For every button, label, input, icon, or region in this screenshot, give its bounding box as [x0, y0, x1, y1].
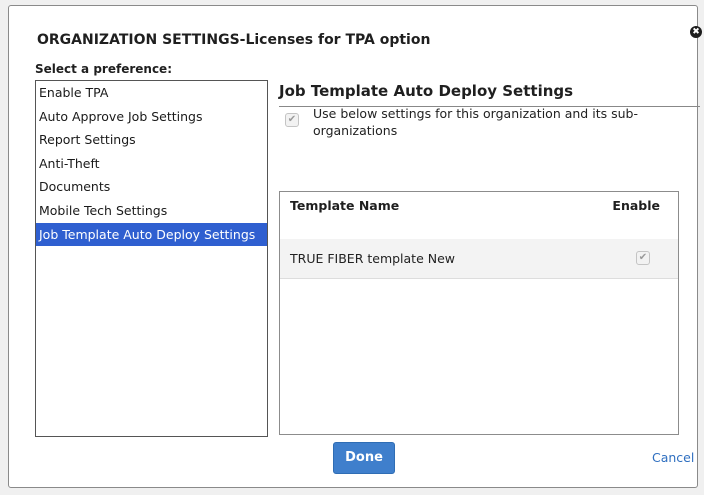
checkmark-icon: ✔	[287, 114, 297, 125]
close-icon[interactable]: ✖	[690, 26, 702, 38]
column-header-template-name: Template Name	[290, 198, 400, 213]
use-settings-label: Use below settings for this organization…	[313, 106, 638, 138]
sidebar-item-auto-approve-job-settings[interactable]: Auto Approve Job Settings	[36, 105, 267, 129]
preference-label: Select a preference:	[35, 62, 172, 76]
template-table: Template Name Enable TRUE FIBER template…	[279, 191, 679, 435]
cancel-link[interactable]: Cancel	[652, 450, 694, 465]
section-title: Job Template Auto Deploy Settings	[279, 82, 574, 100]
table-header: Template Name Enable	[280, 192, 678, 239]
table-row[interactable]: TRUE FIBER template New ✔	[280, 239, 678, 279]
preference-list[interactable]: Enable TPA Auto Approve Job Settings Rep…	[35, 80, 268, 437]
sidebar-item-mobile-tech-settings[interactable]: Mobile Tech Settings	[36, 199, 267, 223]
sidebar-item-enable-tpa[interactable]: Enable TPA	[36, 81, 267, 105]
sidebar-item-anti-theft[interactable]: Anti-Theft	[36, 152, 267, 176]
use-settings-checkbox[interactable]: ✔	[285, 113, 299, 127]
done-button[interactable]: Done	[333, 442, 395, 474]
sidebar-item-documents[interactable]: Documents	[36, 175, 267, 199]
column-header-enable: Enable	[612, 198, 660, 213]
checkmark-icon: ✔	[638, 252, 648, 263]
template-name-cell: TRUE FIBER template New	[290, 251, 456, 266]
dialog-title: ORGANIZATION SETTINGS-Licenses for TPA o…	[37, 32, 431, 48]
enable-checkbox[interactable]: ✔	[636, 251, 650, 265]
sidebar-item-report-settings[interactable]: Report Settings	[36, 128, 267, 152]
sidebar-item-job-template-auto-deploy-settings[interactable]: Job Template Auto Deploy Settings	[36, 222, 267, 247]
